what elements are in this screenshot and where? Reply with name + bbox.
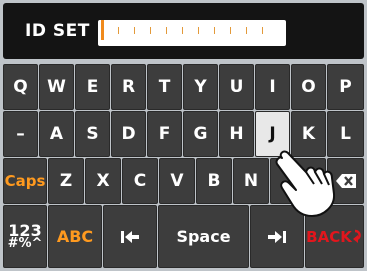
- hand-pointer-icon: [275, 150, 336, 217]
- symbols-top: 123: [8, 220, 42, 240]
- id-set-label: ID SET: [25, 21, 90, 41]
- key-b[interactable]: B: [196, 158, 232, 204]
- char-slot-mark: [246, 27, 247, 34]
- space-key[interactable]: Space: [158, 205, 249, 268]
- key-h[interactable]: H: [219, 111, 254, 157]
- key-q[interactable]: Q: [3, 64, 38, 110]
- key-z[interactable]: Z: [48, 158, 84, 204]
- key-o[interactable]: O: [291, 64, 326, 110]
- abc-key[interactable]: ABC: [48, 205, 102, 268]
- cursor-right-icon: [268, 230, 286, 243]
- caps-key[interactable]: Caps: [3, 158, 47, 204]
- symbols-bottom: #%^: [7, 235, 43, 251]
- char-slot-mark: [182, 27, 183, 34]
- key-p[interactable]: P: [327, 64, 364, 110]
- key-e[interactable]: E: [75, 64, 110, 110]
- cursor-left-key[interactable]: [103, 205, 157, 268]
- char-slot-mark: [198, 27, 199, 34]
- char-slot-mark: [134, 27, 135, 34]
- key-a[interactable]: A: [39, 111, 74, 157]
- id-set-screen: ID SET Q W E R T Y U I O P – A S D F G H…: [0, 0, 367, 271]
- key-i[interactable]: I: [255, 64, 290, 110]
- char-slot-mark: [214, 27, 215, 34]
- header-bar: ID SET: [3, 3, 364, 59]
- text-cursor: [101, 20, 104, 40]
- back-arrow-icon: [352, 229, 361, 243]
- key-x[interactable]: X: [85, 158, 121, 204]
- char-slot-mark: [166, 27, 167, 34]
- key-w[interactable]: W: [39, 64, 74, 110]
- key-c[interactable]: C: [122, 158, 158, 204]
- key-d[interactable]: D: [111, 111, 146, 157]
- char-slot-mark: [262, 27, 263, 34]
- key-r[interactable]: R: [111, 64, 146, 110]
- symbols-key[interactable]: 123 #%^: [3, 205, 47, 268]
- key-t[interactable]: T: [147, 64, 182, 110]
- char-slot-mark: [118, 27, 119, 34]
- key-v[interactable]: V: [159, 158, 195, 204]
- char-slot-mark: [230, 27, 231, 34]
- id-input-field[interactable]: [98, 20, 286, 46]
- char-slot-mark: [150, 27, 151, 34]
- back-label: BACK: [306, 227, 352, 246]
- key-s[interactable]: S: [75, 111, 110, 157]
- cursor-left-icon: [121, 230, 139, 243]
- key-y[interactable]: Y: [183, 64, 218, 110]
- key-u[interactable]: U: [219, 64, 254, 110]
- key-dash[interactable]: –: [3, 111, 38, 157]
- key-f[interactable]: F: [147, 111, 182, 157]
- symbols-label: 123 #%^: [7, 220, 43, 251]
- key-g[interactable]: G: [183, 111, 218, 157]
- key-n[interactable]: N: [233, 158, 269, 204]
